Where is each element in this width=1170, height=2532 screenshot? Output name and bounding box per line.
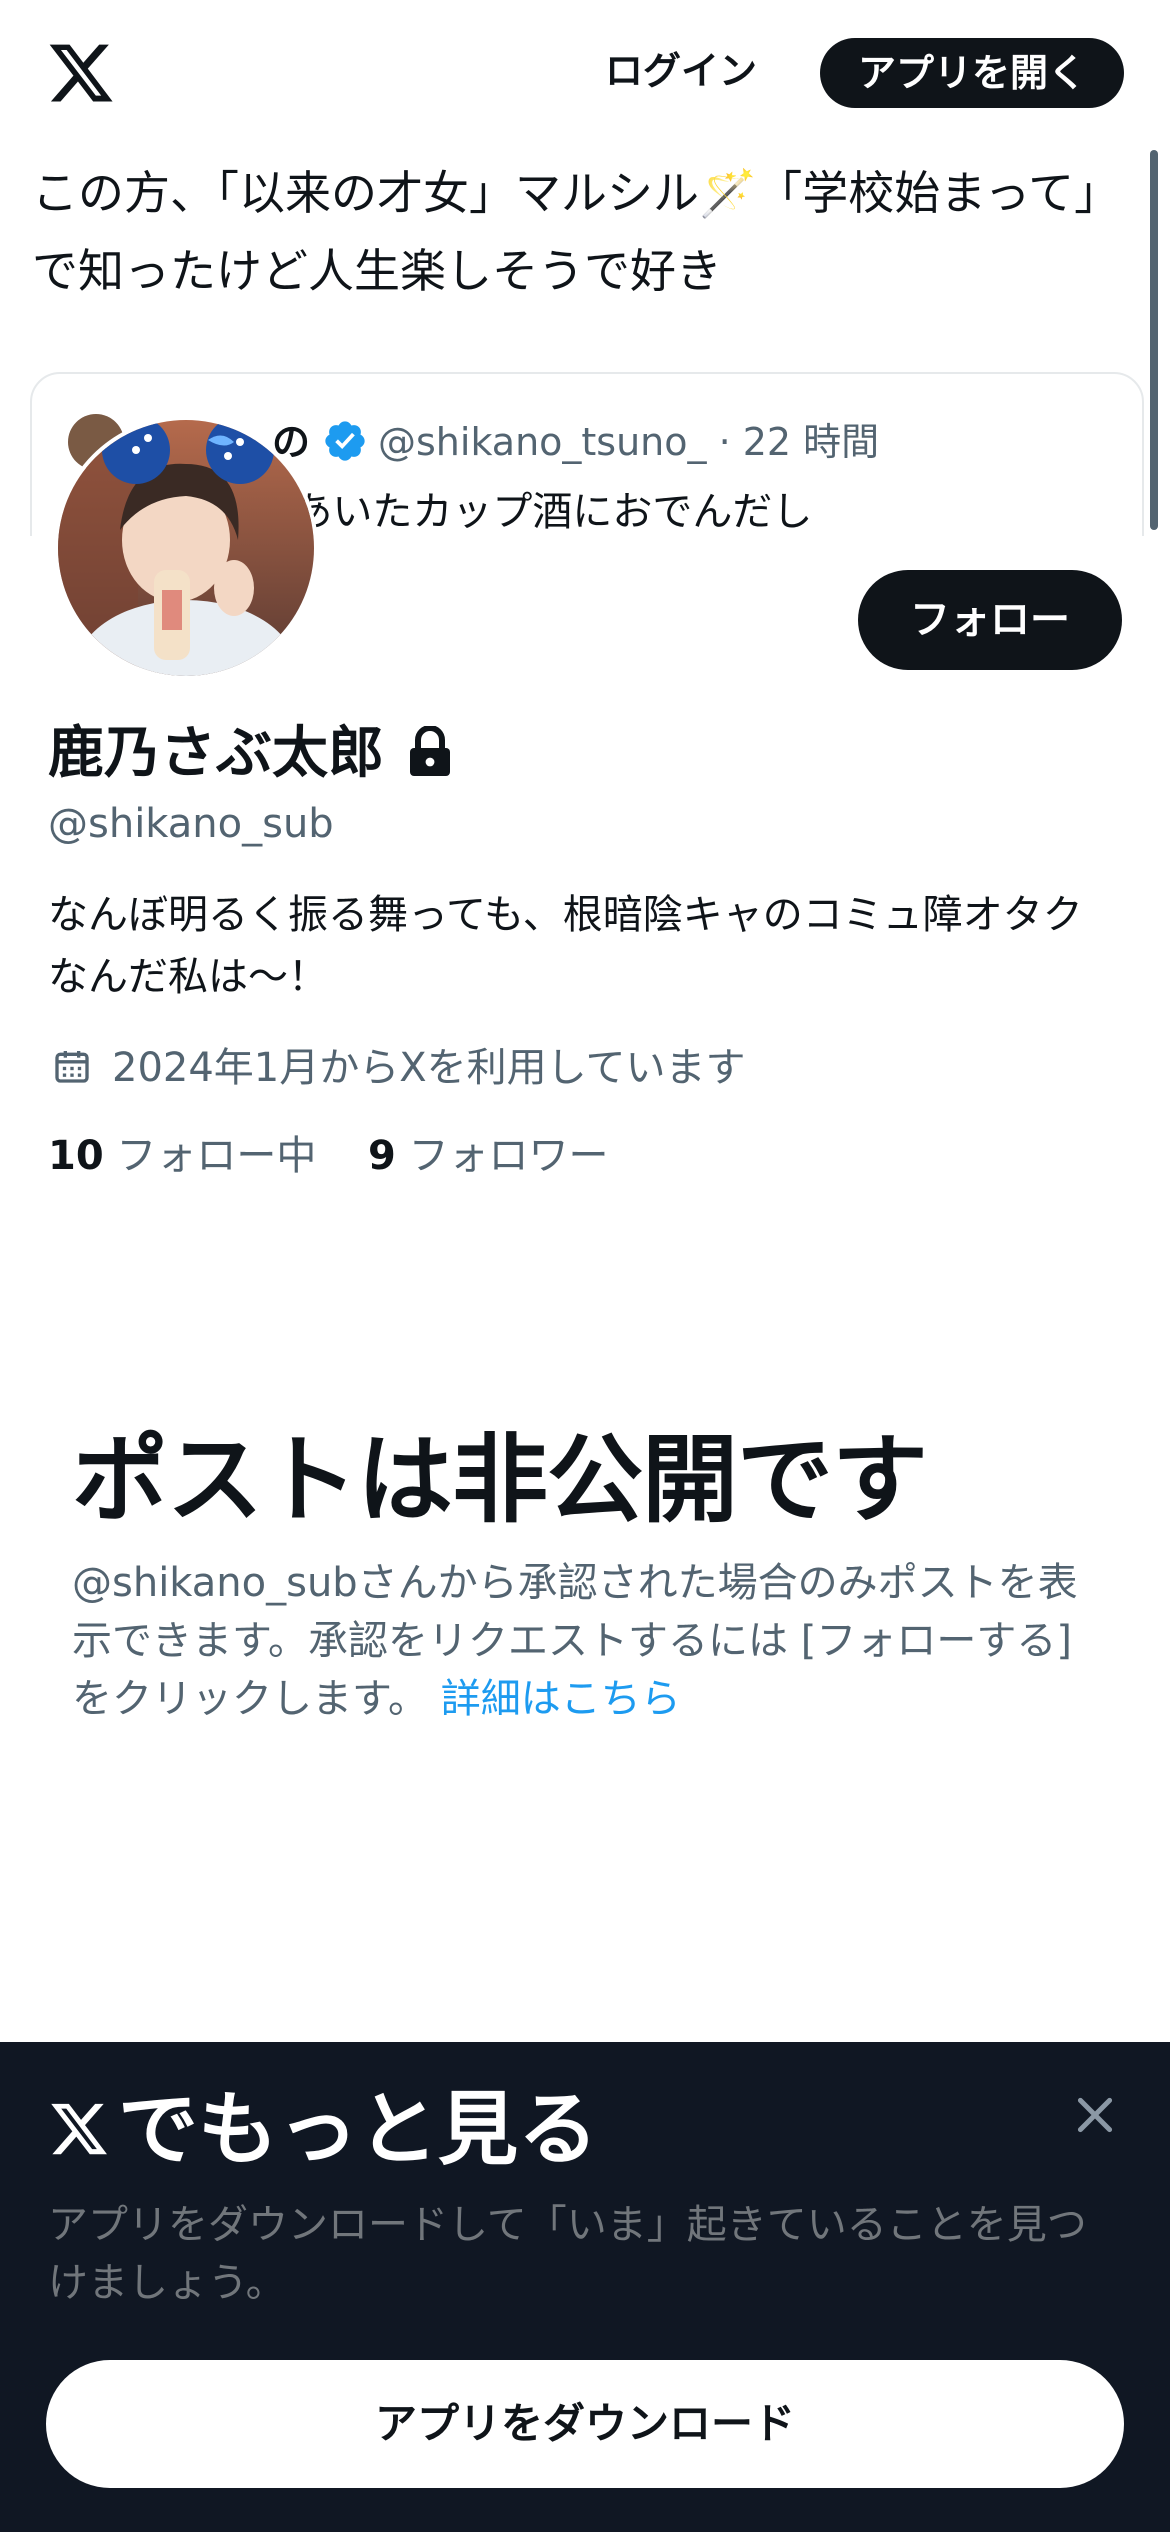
followers-stat[interactable]: 9 フォロワー xyxy=(368,1126,609,1186)
following-count: 10 xyxy=(48,1133,104,1179)
quote-author-handle-time: @shikano_tsuno_ · 22 時間 xyxy=(378,420,880,464)
x-logo-icon[interactable] xyxy=(46,38,116,108)
learn-more-link[interactable]: 詳細はこちら xyxy=(441,1676,681,1722)
calendar-icon xyxy=(55,1051,89,1083)
close-icon[interactable] xyxy=(1070,2090,1120,2140)
download-app-button[interactable]: アプリをダウンロード xyxy=(46,2360,1124,2488)
private-posts-description: @shikano_subさんから承認された場合のみポストを表示できます。承認をリ… xyxy=(72,1554,1112,1728)
profile-bio: なんぼ明るく振る舞っても、根暗陰キャのコミュ障オタクなんだ私は〜！ xyxy=(48,892,1083,1000)
avatar-photo xyxy=(58,420,314,676)
login-link[interactable]: ログイン xyxy=(596,40,766,102)
profile-joined-date: 2024年1月からXを利用しています xyxy=(112,1045,746,1091)
following-stat[interactable]: 10 フォロー中 xyxy=(48,1126,316,1186)
banner-title: でもっと見る xyxy=(118,2083,598,2176)
profile-display-name: 鹿乃さぶ太郎 xyxy=(48,721,384,786)
verified-badge-icon xyxy=(325,421,365,461)
x-logo-icon xyxy=(51,2103,107,2155)
open-app-button[interactable]: アプリを開く xyxy=(820,38,1124,108)
followers-count: 9 xyxy=(368,1133,396,1179)
followers-label: フォロワー xyxy=(408,1133,609,1179)
lock-icon xyxy=(410,726,450,776)
profile-avatar[interactable] xyxy=(54,416,318,680)
background-tweet-text: この方、「以来の才女」マルシル🪄「学校始まって」で知ったけど人生楽しそうで好き xyxy=(32,166,1121,298)
top-bar: ログイン アプリを開く xyxy=(0,0,1170,148)
follow-button[interactable]: フォロー xyxy=(858,570,1122,670)
banner-description: アプリをダウンロードして「いま」起きていることを見つけましょう。 xyxy=(48,2202,1087,2306)
scroll-indicator[interactable] xyxy=(1150,150,1158,530)
private-posts-title: ポストは非公開です xyxy=(72,1424,928,1536)
following-label: フォロー中 xyxy=(116,1133,317,1179)
profile-handle: @shikano_sub xyxy=(48,801,334,847)
